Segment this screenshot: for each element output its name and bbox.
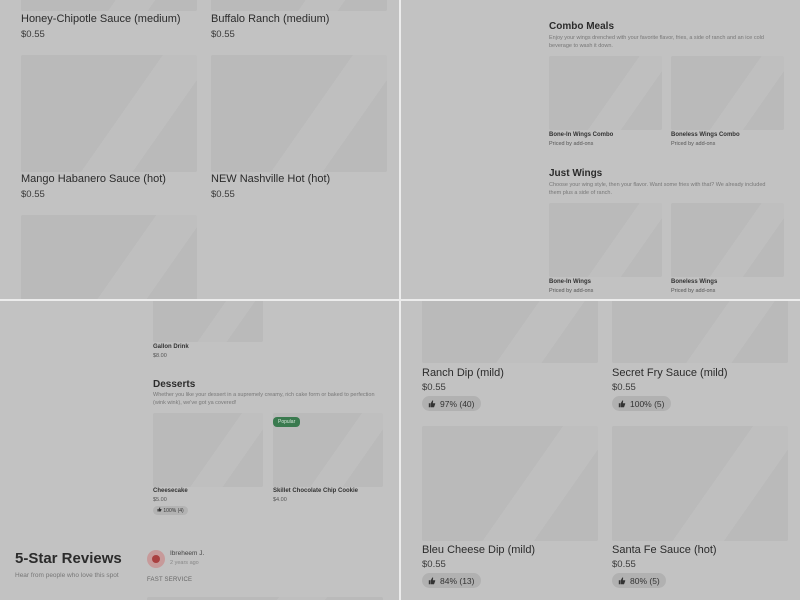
item-price: $0.55 [211,189,235,200]
item-image-santa-fe[interactable] [612,426,788,541]
rating-text: 100% (5) [630,398,665,409]
reviews-title: 5-Star Reviews [15,550,122,567]
item-name[interactable]: Bleu Cheese Dip (mild) [422,544,535,556]
rating-text: 97% (40) [440,398,475,409]
item-image-mango-habanero[interactable] [21,55,197,172]
rating-badge: 100% (5) [612,396,671,411]
item-price: $0.55 [422,559,446,570]
item-price: $5.00 [153,497,167,503]
item-price: $0.55 [21,29,45,40]
rating-badge: 97% (40) [422,396,481,411]
rating-badge: 84% (13) [422,573,481,588]
section-title-wings: Just Wings [549,168,603,179]
item-price: $0.55 [612,559,636,570]
section-desc-wings: Choose your wing style, then your flavor… [549,182,766,196]
item-name[interactable]: Boneless Wings Combo [671,132,740,138]
item-image-bone-in-combo[interactable] [549,56,662,130]
item-price: Priced by add-ons [549,288,594,294]
item-image-gallon-drink[interactable] [153,301,263,342]
rating-badge: 80% (5) [612,573,666,588]
item-name[interactable]: Honey-Chipotle Sauce (medium) [21,13,181,25]
menu-panel-sauces-top: Honey-Chipotle Sauce (medium) $0.55 Buff… [0,0,399,299]
section-desc-combo: Enjoy your wings drenched with your favo… [549,35,764,49]
item-image-ranch-dip[interactable] [422,301,598,363]
item-price: $0.55 [21,189,45,200]
item-name[interactable]: Santa Fe Sauce (hot) [612,544,717,556]
avatar [147,550,165,568]
section-title-desserts: Desserts [153,379,196,390]
section-title-combo: Combo Meals [549,21,615,32]
item-name[interactable]: Bone-In Wings Combo [549,132,613,138]
item-image-buffalo-ranch[interactable] [211,0,387,11]
item-image-honey-chipotle[interactable] [21,0,197,11]
item-image-cheesecake[interactable] [153,413,263,487]
item-name[interactable]: Secret Fry Sauce (mild) [612,367,728,379]
rating-text: 80% (5) [630,575,660,586]
thumbs-up-icon [618,399,626,407]
rating-text: 100% (4) [163,508,184,514]
item-name[interactable]: Skillet Chocolate Chip Cookie [273,488,358,494]
item-price: Priced by add-ons [671,141,716,147]
item-name[interactable]: Gallon Drink [153,344,189,350]
item-price: Priced by add-ons [549,141,594,147]
item-image-secret-fry[interactable] [612,301,788,363]
item-name[interactable]: Bone-In Wings [549,279,591,285]
divider-horizontal [0,299,800,301]
thumbs-up-icon [428,399,436,407]
item-image-boneless-combo[interactable] [671,56,784,130]
reviewer-name: Ibreheem J. [170,550,205,557]
section-desc-desserts: Whether you like your dessert in a supre… [153,392,375,406]
menu-panel-dips: Ranch Dip (mild) $0.55 97% (40) Secret F… [401,301,800,600]
item-price: $0.55 [612,382,636,393]
rating-badge: 100% (4) [153,506,188,515]
reviews-subtitle: Hear from people who love this spot [15,572,119,579]
item-price: $0.55 [211,29,235,40]
thumbs-up-icon [157,507,162,512]
item-name[interactable]: Buffalo Ranch (medium) [211,13,329,25]
item-price: $4.00 [273,497,287,503]
rating-text: 84% (13) [440,575,475,586]
item-image-bone-in[interactable] [549,203,662,277]
menu-panel-wings: Combo Meals Enjoy your wings drenched wi… [401,0,800,299]
item-image-boneless[interactable] [671,203,784,277]
item-image-bleu-cheese[interactable] [422,426,598,541]
item-price: $8.00 [153,353,167,359]
item-price: $0.55 [422,382,446,393]
item-name[interactable]: Ranch Dip (mild) [422,367,504,379]
thumbs-up-icon [428,576,436,584]
item-image[interactable] [21,215,197,299]
review-date: 2 years ago [170,560,199,566]
item-price: Priced by add-ons [671,288,716,294]
item-name[interactable]: Boneless Wings [671,279,717,285]
item-image-nashville-hot[interactable] [211,55,387,172]
review-tag: FAST SERVICE [147,577,193,583]
item-name[interactable]: Cheesecake [153,488,188,494]
menu-panel-desserts-reviews: Gallon Drink $8.00 Desserts Whether you … [0,301,399,600]
thumbs-up-icon [618,576,626,584]
popular-badge: Popular [273,417,301,427]
item-name[interactable]: NEW Nashville Hot (hot) [211,173,330,185]
item-name[interactable]: Mango Habanero Sauce (hot) [21,173,166,185]
